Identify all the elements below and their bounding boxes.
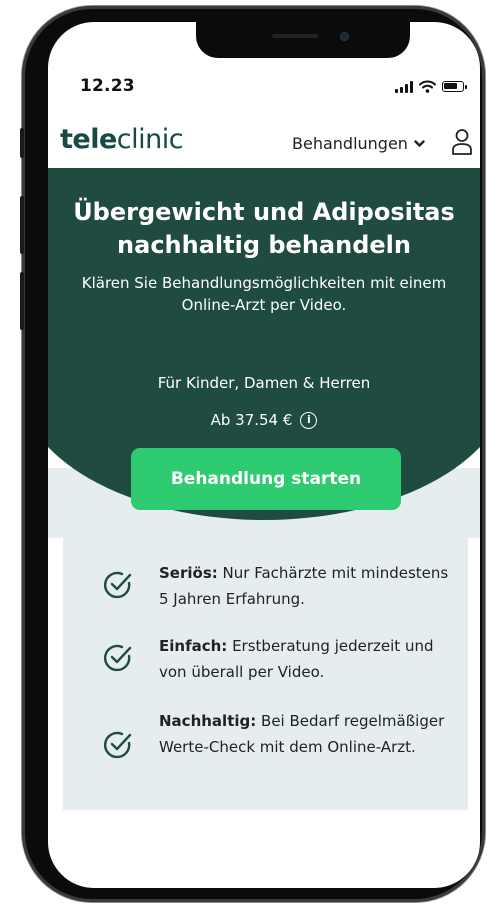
front-camera (340, 32, 349, 41)
hero-audience: Für Kinder, Damen & Herren (157, 374, 371, 392)
check-circle-icon (104, 644, 132, 672)
nav-treatments-label: Behandlungen (292, 134, 408, 153)
check-circle-icon (104, 731, 132, 759)
volume-down-button (20, 272, 24, 330)
price-row: Ab 37.54 € i (48, 411, 480, 429)
price-label: Ab 37.54 € (210, 411, 293, 429)
hero-title-line1: Übergewicht und Adipositas (73, 198, 455, 226)
silent-switch (20, 128, 24, 158)
benefit-text: Einfach: Erstberatung jederzeit und von … (159, 633, 451, 685)
teleclinic-logo[interactable]: teleclinic (60, 124, 184, 155)
benefit-text: Seriös: Nur Fachärzte mit mindestens 5 J… (159, 560, 451, 612)
status-icons (395, 80, 467, 93)
hero-section: Übergewicht und Adipositas nachhaltig be… (48, 168, 480, 538)
wifi-icon (419, 80, 436, 93)
speaker (272, 34, 318, 38)
benefit-title: Nachhaltig: (159, 712, 257, 730)
logo-bold: tele (60, 124, 117, 155)
benefit-title: Einfach: (159, 637, 228, 655)
logo-regular: clinic (116, 124, 184, 155)
volume-up-button (20, 196, 24, 254)
notch (196, 22, 410, 58)
hero-content: Übergewicht und Adipositas nachhaltig be… (48, 168, 480, 538)
nav-treatments-dropdown[interactable]: Behandlungen (292, 134, 425, 153)
check-circle-icon (104, 571, 132, 599)
user-icon[interactable] (451, 128, 473, 156)
phone-screen: 12.23 teleclinic Behandlungen Übergewich… (48, 22, 480, 888)
chevron-down-icon (414, 139, 425, 147)
status-time: 12.23 (80, 76, 135, 96)
info-icon[interactable]: i (300, 411, 318, 429)
cellular-signal-icon (395, 80, 413, 93)
benefit-title: Seriös: (159, 564, 218, 582)
benefits-panel: Seriös: Nur Fachärzte mit mindestens 5 J… (63, 538, 468, 810)
benefit-text: Nachhaltig: Bei Bedarf regelmäßiger Wert… (159, 708, 451, 760)
battery-icon (442, 81, 467, 92)
site-header: teleclinic Behandlungen (48, 118, 480, 168)
hero-title: Übergewicht und Adipositas nachhaltig be… (48, 196, 480, 262)
hero-title-line2: nachhaltig behandeln (117, 231, 411, 259)
hero-subtitle: Klären Sie Behandlungsmöglichkeiten mit … (81, 274, 447, 314)
start-treatment-button[interactable]: Behandlung starten (131, 448, 401, 510)
